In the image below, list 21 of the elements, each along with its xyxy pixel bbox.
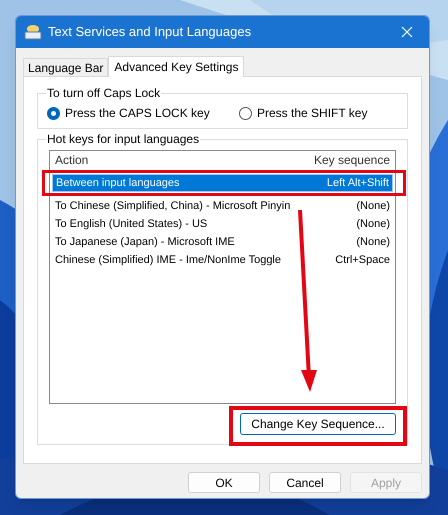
column-header[interactable]: Action: [55, 151, 88, 169]
radio-button[interactable]: [239, 106, 252, 120]
list-row[interactable]: Chinese (Simplified) IME - Ime/NonIme Toggle Ctrl+Space: [52, 251, 393, 269]
group-title: Hot keys for input languages: [46, 131, 200, 147]
column-header[interactable]: Key sequence: [314, 151, 390, 169]
close-icon[interactable]: [401, 26, 413, 38]
keyboard-icon: [24, 24, 42, 40]
list-row[interactable]: To Chinese (Simplified, China) - Microsoft Pinyin (None): [52, 197, 393, 215]
radio-button[interactable]: [47, 106, 60, 120]
list-row[interactable]: Between input languages Left Alt+Shift: [52, 174, 393, 192]
radio-option[interactable]: Press the CAPS LOCK key: [47, 104, 239, 122]
list-row[interactable]: To English (United States) - US (None): [52, 215, 393, 233]
radio-option[interactable]: Press the SHIFT key: [239, 104, 368, 122]
dialog-button[interactable]: Cancel: [269, 472, 341, 493]
tab[interactable]: Language Bar: [23, 58, 108, 76]
dialog-button[interactable]: OK: [188, 472, 260, 493]
tab[interactable]: Advanced Key Settings: [108, 56, 244, 77]
window-title: Text Services and Input Languages: [48, 23, 252, 42]
group-title: To turn off Caps Lock: [46, 85, 162, 101]
change-key-sequence-button[interactable]: Change Key Sequence...: [240, 413, 396, 435]
list-row[interactable]: To Japanese (Japan) - Microsoft IME (None): [52, 233, 393, 251]
